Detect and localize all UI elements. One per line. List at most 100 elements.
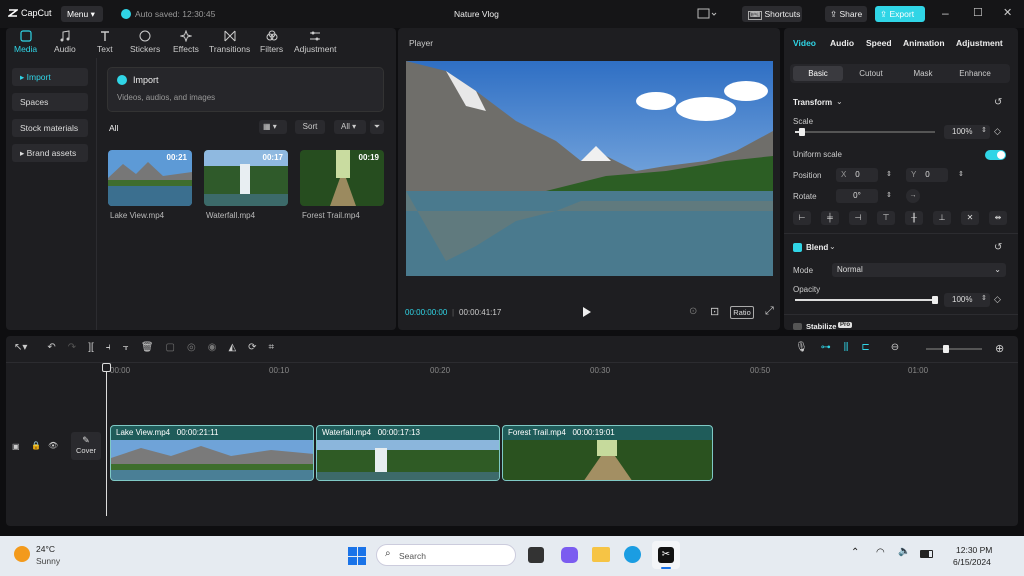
playhead[interactable] [102, 363, 111, 516]
split-left-icon[interactable]: ⫞ [106, 342, 111, 353]
transform-header[interactable]: Transform [793, 98, 832, 107]
magnet-snap-icon[interactable]: ⫼ [844, 342, 849, 353]
speed-icon[interactable]: ◉ [208, 342, 217, 353]
mirror-icon[interactable]: ◭ [228, 342, 236, 353]
wifi-icon[interactable]: ◠ [876, 547, 885, 558]
subtab-enhance[interactable]: Enhance [950, 66, 1000, 81]
link-clips-icon[interactable]: ⊶ [821, 342, 831, 353]
tab-audio-props[interactable]: Audio [830, 38, 854, 48]
media-thumb-forest[interactable]: 00:19 [300, 150, 384, 206]
tab-text[interactable]: Text [97, 30, 113, 54]
eye-icon[interactable]: 👁 [48, 441, 58, 450]
rotate-input[interactable]: 0° [836, 189, 878, 203]
export-button[interactable]: ⇪ Export [875, 6, 925, 22]
subtab-cutout[interactable]: Cutout [846, 66, 896, 81]
uniform-scale-toggle[interactable] [985, 150, 1006, 160]
chevron-up-icon[interactable]: ⌃ [851, 547, 859, 558]
tab-video[interactable]: Video [793, 38, 816, 48]
track-video-icon[interactable]: ▣ [12, 442, 20, 451]
lock-icon[interactable]: 🔒 [31, 441, 41, 450]
timeline-clip-waterfall[interactable]: Waterfall.mp4 00:00:17:13 [316, 425, 500, 481]
taskbar-search[interactable]: ⌕ Search [376, 544, 516, 566]
tab-audio[interactable]: Audio [54, 30, 76, 54]
media-thumb-lake[interactable]: 00:21 [108, 150, 192, 206]
close-icon[interactable]: ✕ [1003, 6, 1012, 19]
align-bottom-icon[interactable]: ⊥ [933, 211, 951, 225]
position-x-input[interactable]: X 0 [836, 168, 878, 182]
tab-animation[interactable]: Animation [903, 38, 945, 48]
rotate-icon[interactable]: ⟳ [248, 342, 256, 353]
opacity-slider[interactable] [795, 296, 938, 304]
scale-slider-handle[interactable] [799, 128, 805, 136]
minimize-icon[interactable]: – [942, 6, 949, 20]
rotate-dial-icon[interactable]: → [906, 189, 920, 203]
chevron-down-icon[interactable]: ⌄ [836, 97, 843, 106]
position-y-input[interactable]: Y 0 [906, 168, 948, 182]
tab-effects[interactable]: Effects [173, 30, 199, 54]
media-thumb-waterfall[interactable]: 00:17 [204, 150, 288, 206]
align-top-icon[interactable]: ⊤ [877, 211, 895, 225]
blend-mode-select[interactable]: Normal ⌄ [832, 263, 1006, 277]
edge-browser-icon[interactable] [624, 546, 641, 563]
microphone-icon[interactable]: 🎙 [795, 342, 808, 353]
align-left-icon[interactable]: ⊢ [793, 211, 811, 225]
stepper-icon[interactable]: ⇕ [981, 126, 987, 134]
shortcuts-button[interactable]: ⌨ Shortcuts [742, 6, 802, 22]
blend-header[interactable]: Blend [806, 243, 828, 252]
split-icon[interactable]: ][ [88, 342, 94, 353]
scale-slider[interactable] [795, 128, 935, 136]
blend-checkbox[interactable] [793, 243, 802, 252]
project-title[interactable]: Nature Vlog [454, 9, 499, 19]
delete-icon[interactable]: 🗑 [141, 342, 154, 353]
weather-temp[interactable]: 24°C [36, 544, 55, 554]
chevron-down-icon[interactable]: ⌄ [829, 242, 836, 251]
freeze-icon[interactable]: ▢ [166, 342, 175, 353]
tab-stickers[interactable]: Stickers [130, 30, 160, 54]
cover-button[interactable]: ✎ Cover [71, 432, 101, 460]
zoom-out-icon[interactable]: ⊖ [891, 342, 899, 353]
expand-icon[interactable]: ⤢ [765, 305, 774, 318]
layout-icon[interactable] [697, 8, 721, 20]
clock-time[interactable]: 12:30 PM [956, 545, 992, 555]
tab-adjustment[interactable]: Adjustment [294, 30, 337, 54]
keyframe-icon[interactable]: ◇ [994, 126, 1001, 137]
video-preview[interactable] [406, 61, 773, 276]
timeline-clip-lake[interactable]: Lake View.mp4 00:00:21:11 [110, 425, 314, 481]
tab-speed[interactable]: Speed [866, 38, 892, 48]
view-toggle[interactable]: ▦ ▾ [259, 120, 287, 134]
left-nav-stock[interactable]: Stock materials [12, 119, 88, 137]
reverse-icon[interactable]: ◎ [187, 342, 196, 353]
tab-transitions[interactable]: Transitions [209, 30, 250, 54]
funnel-filter-icon[interactable]: ⏷ [370, 120, 384, 134]
zoom-fit-icon[interactable]: ⊙ [689, 306, 697, 317]
weather-condition[interactable]: Sunny [36, 556, 60, 566]
stepper-icon[interactable]: ⇕ [981, 294, 987, 302]
capcut-taskbar-button[interactable]: ✂ [652, 541, 680, 569]
fullscreen-preview-icon[interactable]: ⊡ [710, 305, 719, 318]
stabilize-header[interactable]: Stabilize [806, 322, 836, 331]
volume-icon[interactable]: 🔈 [898, 546, 910, 557]
align-right-icon[interactable]: ⊣ [849, 211, 867, 225]
tab-adjustment-props[interactable]: Adjustment [956, 38, 1003, 48]
undo-icon[interactable]: ↶ [47, 342, 55, 353]
stepper-icon[interactable]: ⇕ [886, 170, 892, 178]
menu-button[interactable]: Menu ▾ [61, 6, 103, 22]
left-nav-spaces[interactable]: Spaces [12, 93, 88, 111]
fit-icon[interactable]: ⇹ [989, 211, 1007, 225]
all-dropdown[interactable]: All ▾ [334, 120, 366, 134]
zoom-slider[interactable] [926, 345, 982, 353]
reset-icon[interactable]: ↺ [994, 242, 1002, 253]
left-nav-import[interactable]: ▸ Import [12, 68, 88, 86]
maximize-icon[interactable]: ☐ [973, 6, 983, 19]
redo-icon[interactable]: ↷ [68, 342, 76, 353]
sort-button[interactable]: Sort [295, 120, 325, 134]
task-view-icon[interactable] [528, 547, 544, 563]
reset-icon[interactable]: ↺ [994, 97, 1002, 108]
crop-icon[interactable]: ⌗ [269, 342, 275, 353]
tab-filters[interactable]: Filters [260, 30, 283, 54]
timeline-clip-forest[interactable]: Forest Trail.mp4 00:00:19:01 [502, 425, 713, 481]
flip-icon[interactable]: ✕ [961, 211, 979, 225]
windows-start-icon[interactable] [348, 547, 366, 565]
align-center-h-icon[interactable]: ╪ [821, 211, 839, 225]
zoom-slider-handle[interactable] [943, 345, 949, 353]
